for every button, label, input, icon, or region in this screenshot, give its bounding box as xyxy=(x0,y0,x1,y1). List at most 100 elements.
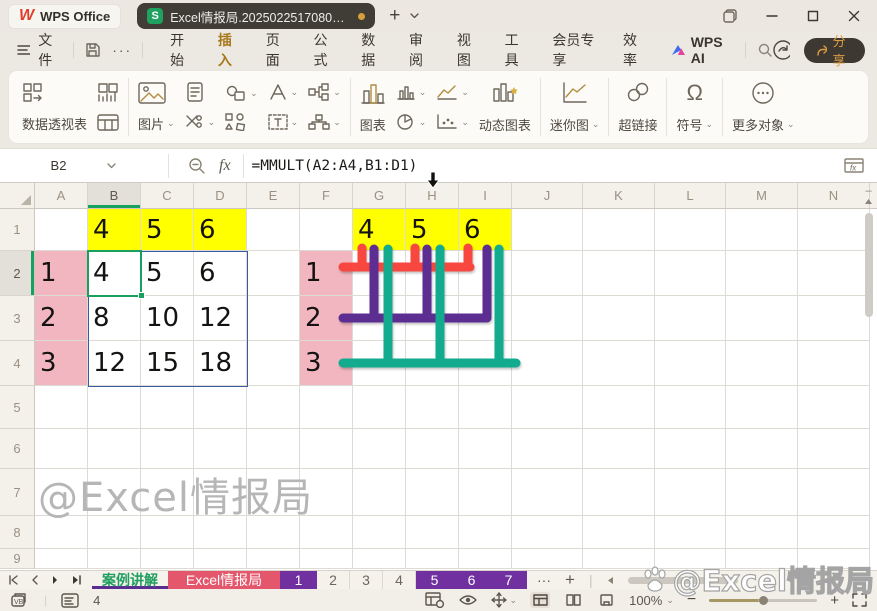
cell-A2[interactable]: 1 xyxy=(35,251,88,296)
cell-G3[interactable] xyxy=(353,296,406,341)
cell-E5[interactable] xyxy=(247,386,300,429)
column-header-J[interactable]: J xyxy=(512,183,583,208)
cell-D2[interactable]: 6 xyxy=(194,251,247,296)
cell-I3[interactable] xyxy=(459,296,512,341)
cell-F5[interactable] xyxy=(300,386,353,429)
cell-B4[interactable]: 12 xyxy=(88,341,141,386)
screen-clip-icon[interactable] xyxy=(185,114,205,130)
scroll-tabs-left-icon[interactable] xyxy=(607,576,614,585)
scatter-chart-icon[interactable] xyxy=(436,114,458,130)
screenshot-doc-icon[interactable] xyxy=(185,82,205,102)
cell-G1[interactable]: 4 xyxy=(353,209,406,251)
zoom-slider-knob[interactable] xyxy=(759,596,768,605)
cell-I9[interactable] xyxy=(459,549,512,569)
cell-I1[interactable]: 6 xyxy=(459,209,512,251)
column-header-G[interactable]: G xyxy=(353,183,406,208)
more-objects-label[interactable]: 更多对象 xyxy=(732,115,784,134)
cell-A6[interactable] xyxy=(35,429,88,469)
cell-D4[interactable]: 18 xyxy=(194,341,247,386)
name-box[interactable]: B2 xyxy=(0,158,168,173)
minimize-button[interactable] xyxy=(765,9,779,23)
sheet-tab-7[interactable]: 7 xyxy=(490,571,527,589)
smartart-icon[interactable] xyxy=(308,83,330,101)
search-icon[interactable] xyxy=(756,41,772,59)
sheet-tab-3[interactable]: 3 xyxy=(350,571,383,589)
cell-M3[interactable] xyxy=(726,296,798,341)
cell-M4[interactable] xyxy=(726,341,798,386)
cell-K7[interactable] xyxy=(583,469,655,516)
cell-E1[interactable] xyxy=(247,209,300,251)
normal-view-button[interactable] xyxy=(530,592,550,608)
pivot-table-icon[interactable] xyxy=(22,82,46,104)
first-sheet-icon[interactable] xyxy=(8,575,19,585)
more-sheets-button[interactable]: ··· xyxy=(537,572,551,588)
column-header-C[interactable]: C xyxy=(141,183,194,208)
file-menu[interactable]: 文件 xyxy=(38,30,63,70)
cell-J1[interactable] xyxy=(512,209,583,251)
next-sheet-icon[interactable] xyxy=(51,575,59,585)
cell-L1[interactable] xyxy=(655,209,726,251)
org-chart-icon[interactable] xyxy=(308,114,330,130)
move-mode-icon[interactable] xyxy=(491,592,507,608)
row-header-9[interactable]: 9 xyxy=(0,549,35,569)
workspace-windows-icon[interactable] xyxy=(722,8,738,24)
cell-D5[interactable] xyxy=(194,386,247,429)
select-all-corner[interactable] xyxy=(0,183,35,208)
cell-B1[interactable]: 4 xyxy=(88,209,141,251)
cell-I7[interactable] xyxy=(459,469,512,516)
row-header-8[interactable]: 8 xyxy=(0,516,35,549)
cell-F4[interactable]: 3 xyxy=(300,341,353,386)
cell-H2[interactable] xyxy=(406,251,459,296)
cell-J5[interactable] xyxy=(512,386,583,429)
column-header-I[interactable]: I xyxy=(459,183,512,208)
cell-M1[interactable] xyxy=(726,209,798,251)
cell-J2[interactable] xyxy=(512,251,583,296)
cell-H5[interactable] xyxy=(406,386,459,429)
row-header-4[interactable]: 4 xyxy=(0,341,35,386)
chart-icon[interactable] xyxy=(360,81,386,105)
table-settings-icon[interactable] xyxy=(425,592,445,608)
sheet-tab-Excel情报局[interactable]: Excel情报局 xyxy=(168,571,280,589)
cell-J6[interactable] xyxy=(512,429,583,469)
page-break-view-button[interactable] xyxy=(596,592,616,608)
cell-C9[interactable] xyxy=(141,549,194,569)
cell-A1[interactable] xyxy=(35,209,88,251)
name-box-chevron-icon[interactable] xyxy=(106,162,117,170)
dynamic-chart-icon[interactable] xyxy=(491,81,519,105)
cell-M2[interactable] xyxy=(726,251,798,296)
cell-G5[interactable] xyxy=(353,386,406,429)
macro-status-icon[interactable]: VB xyxy=(10,592,30,608)
sheet-tab-5[interactable]: 5 xyxy=(416,571,453,589)
cell-J8[interactable] xyxy=(512,516,583,549)
column-header-E[interactable]: E xyxy=(247,183,300,208)
cell-H3[interactable] xyxy=(406,296,459,341)
row-header-2[interactable]: 2 xyxy=(0,251,35,296)
tab-list-chevron-icon[interactable] xyxy=(409,12,420,20)
sheet-tab-案例讲解[interactable]: 案例讲解 xyxy=(92,571,168,589)
cell-K1[interactable] xyxy=(583,209,655,251)
cell-C3[interactable]: 10 xyxy=(141,296,194,341)
zoom-level[interactable]: 100% xyxy=(629,593,662,608)
cell-H4[interactable] xyxy=(406,341,459,386)
cell-M7[interactable] xyxy=(726,469,798,516)
cell-M5[interactable] xyxy=(726,386,798,429)
reading-eye-icon[interactable] xyxy=(458,593,478,607)
cell-G4[interactable] xyxy=(353,341,406,386)
cell-A9[interactable] xyxy=(35,549,88,569)
column-header-F[interactable]: F xyxy=(300,183,353,208)
sparkline-icon[interactable] xyxy=(561,81,589,105)
wordart-icon[interactable] xyxy=(268,83,288,101)
pivot-chart-icon[interactable] xyxy=(97,82,119,104)
row-header-6[interactable]: 6 xyxy=(0,429,35,469)
cell-H6[interactable] xyxy=(406,429,459,469)
cell-J3[interactable] xyxy=(512,296,583,341)
fill-handle[interactable] xyxy=(138,292,145,299)
sheet-tab-4[interactable]: 4 xyxy=(383,571,416,589)
cell-D9[interactable] xyxy=(194,549,247,569)
share-button[interactable]: 分享 xyxy=(804,38,865,63)
cell-M6[interactable] xyxy=(726,429,798,469)
cell-L2[interactable] xyxy=(655,251,726,296)
cell-H8[interactable] xyxy=(406,516,459,549)
cell-C6[interactable] xyxy=(141,429,194,469)
cell-D3[interactable]: 12 xyxy=(194,296,247,341)
